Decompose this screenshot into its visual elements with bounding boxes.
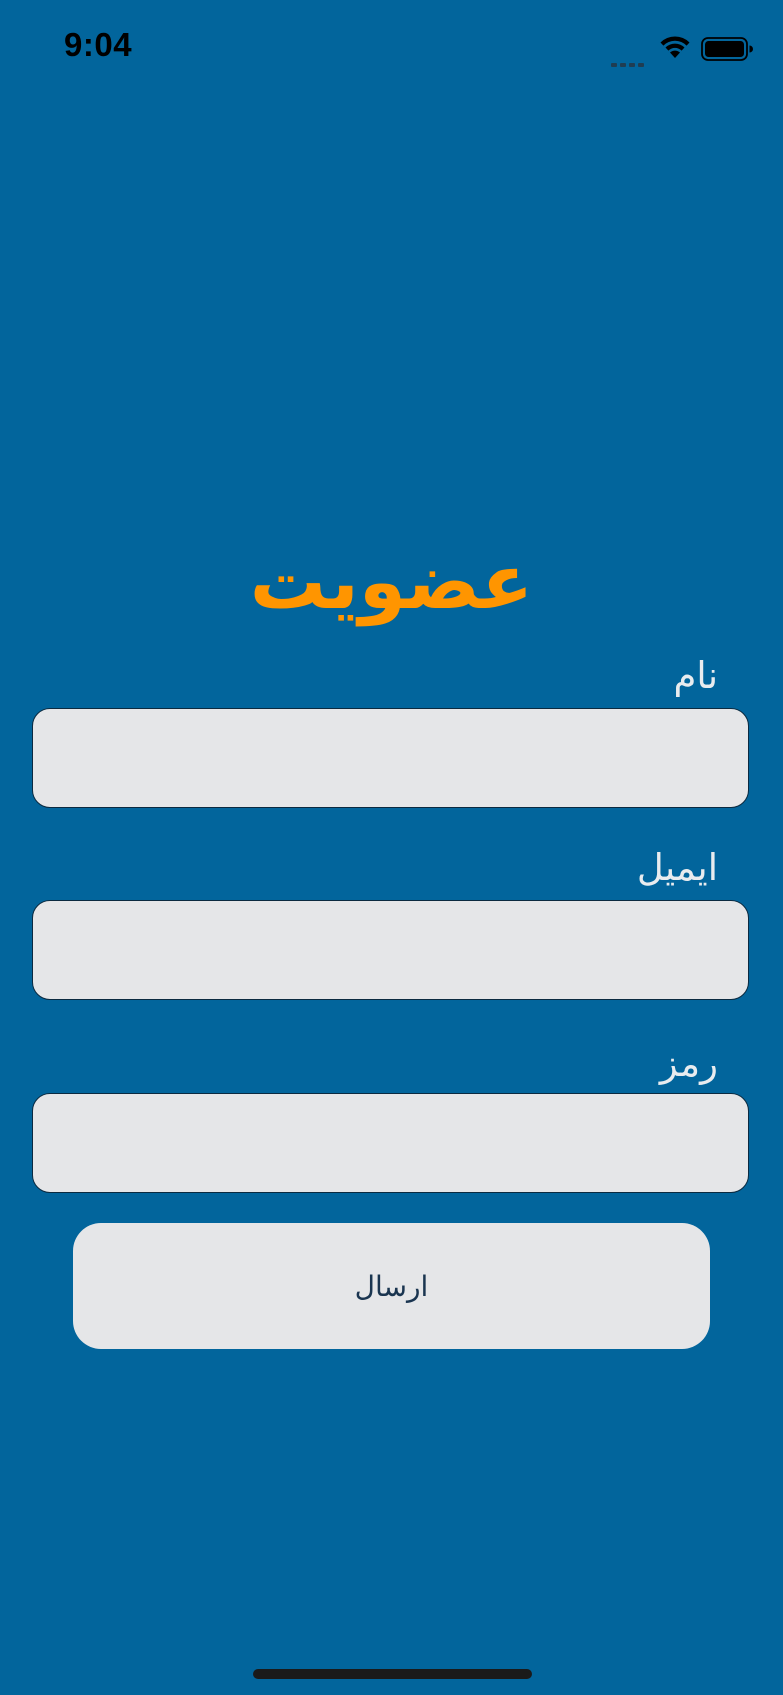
- cellular-signal-icon: [611, 52, 649, 67]
- battery-icon: [701, 37, 753, 61]
- page-title: عضویت: [249, 537, 534, 626]
- email-field[interactable]: [32, 900, 749, 1000]
- password-label: رمز: [659, 1042, 718, 1085]
- wifi-icon: [660, 36, 690, 58]
- password-field[interactable]: [32, 1093, 749, 1193]
- email-label: ایمیل: [636, 846, 718, 889]
- name-label: نام: [673, 654, 718, 697]
- home-indicator[interactable]: [253, 1669, 532, 1679]
- status-time: 9:04: [64, 26, 133, 63]
- name-field[interactable]: [32, 708, 749, 808]
- submit-button[interactable]: ارسال: [73, 1223, 710, 1349]
